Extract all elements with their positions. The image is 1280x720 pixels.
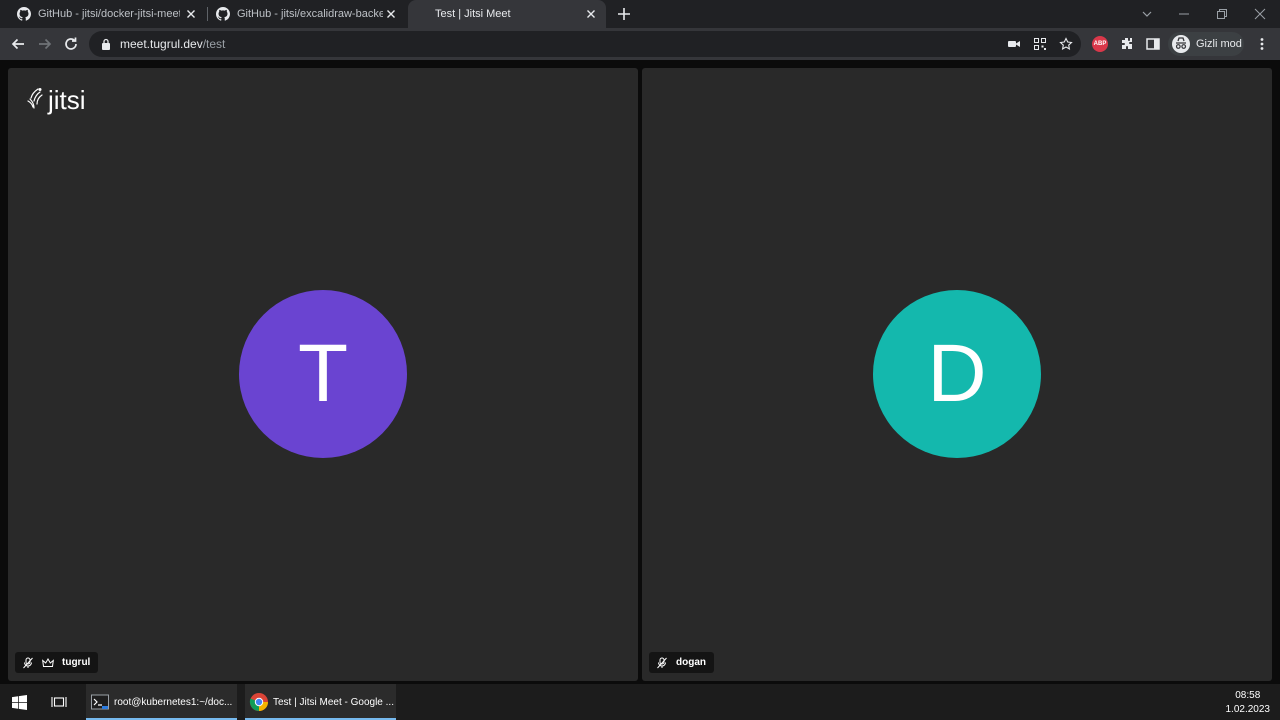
meeting-area: jitsi T tugrul D dogan (0, 60, 1280, 684)
jitsi-logo[interactable]: jitsi (25, 84, 86, 115)
restore-icon[interactable] (1215, 7, 1229, 21)
system-clock[interactable]: 08:58 1.02.2023 (1226, 689, 1271, 717)
forward-icon[interactable] (37, 36, 53, 52)
abp-label: ABP (1093, 41, 1107, 47)
mic-muted-icon (23, 657, 33, 668)
github-icon (17, 7, 31, 21)
participant-name: dogan (676, 657, 706, 668)
tab-excalidraw-backend[interactable]: GitHub - jitsi/excalidraw-backend (208, 0, 406, 28)
taskbar-app-terminal[interactable]: root@kubernetes1:~/doc... (86, 684, 237, 720)
tab-search-icon[interactable] (1140, 7, 1154, 21)
extensions-icon[interactable] (1119, 36, 1135, 52)
minimize-icon[interactable] (1177, 7, 1191, 21)
start-button[interactable] (12, 684, 30, 720)
taskbar-app-label: root@kubernetes1:~/doc... (114, 696, 233, 708)
jitsi-watermark-icon (27, 88, 43, 109)
avatar-initial: T (297, 328, 349, 419)
avatar: T (239, 290, 407, 458)
new-tab-icon[interactable] (616, 6, 632, 22)
participant-tile-dogan[interactable]: D dogan (642, 68, 1272, 681)
task-view-button[interactable] (51, 684, 69, 720)
terminal-icon (91, 694, 109, 710)
side-panel-icon[interactable] (1145, 36, 1161, 52)
tab-title: GitHub - jitsi/docker-jitsi-meet: Jitsi (38, 8, 180, 20)
avatar: D (873, 290, 1041, 458)
incognito-icon (1172, 35, 1190, 53)
tab-docker-jitsi-meet[interactable]: GitHub - jitsi/docker-jitsi-meet: Jitsi (8, 0, 206, 28)
windows-taskbar: root@kubernetes1:~/doc... Test | Jitsi M… (0, 684, 1280, 720)
windows-start-icon (12, 694, 27, 710)
address-bar[interactable]: meet.tugrul.dev/test (89, 31, 1081, 57)
tab-jitsi-meet[interactable]: Test | Jitsi Meet (408, 0, 606, 28)
close-icon[interactable] (184, 7, 198, 21)
reload-icon[interactable] (63, 36, 79, 52)
chrome-icon (249, 693, 268, 711)
participant-name: tugrul (62, 657, 91, 668)
clock-time: 08:58 (1235, 690, 1261, 701)
adblock-extension-icon[interactable]: ABP (1092, 36, 1108, 52)
taskbar-app-label: Test | Jitsi Meet - Google ... (273, 696, 394, 708)
participant-name-badge: dogan (649, 652, 714, 673)
tab-strip: GitHub - jitsi/docker-jitsi-meet: Jitsi … (0, 0, 1280, 28)
moderator-crown-icon (42, 657, 54, 667)
menu-kebab-icon[interactable] (1254, 36, 1270, 52)
github-icon (216, 7, 230, 21)
task-view-icon (51, 697, 67, 707)
incognito-profile-button[interactable]: Gizli mod (1168, 32, 1244, 56)
tab-title: Test | Jitsi Meet (435, 8, 511, 20)
camera-icon[interactable] (1007, 37, 1021, 51)
participant-name-badge: tugrul (15, 652, 99, 673)
avatar-initial: D (927, 328, 987, 419)
back-icon[interactable] (10, 36, 26, 52)
lock-icon[interactable] (101, 38, 111, 50)
star-icon[interactable] (1059, 37, 1073, 51)
window-close-icon[interactable] (1253, 7, 1267, 21)
profile-label: Gizli mod (1196, 38, 1242, 50)
taskbar-app-chrome[interactable]: Test | Jitsi Meet - Google ... (245, 684, 396, 720)
participant-tile-tugrul[interactable]: jitsi T tugrul (8, 68, 638, 681)
browser-toolbar: meet.tugrul.dev/test ABP Gizli mod (0, 28, 1280, 60)
mic-muted-icon (657, 657, 667, 668)
close-icon[interactable] (584, 7, 598, 21)
clock-date: 1.02.2023 (1225, 704, 1271, 715)
url-path: /test (202, 37, 226, 51)
jitsi-logo-text: jitsi (48, 84, 86, 115)
qr-code-icon[interactable] (1033, 37, 1047, 51)
tab-title: GitHub - jitsi/excalidraw-backend (237, 8, 383, 20)
close-icon[interactable] (384, 7, 398, 21)
url-host: meet.tugrul.dev (120, 37, 203, 51)
